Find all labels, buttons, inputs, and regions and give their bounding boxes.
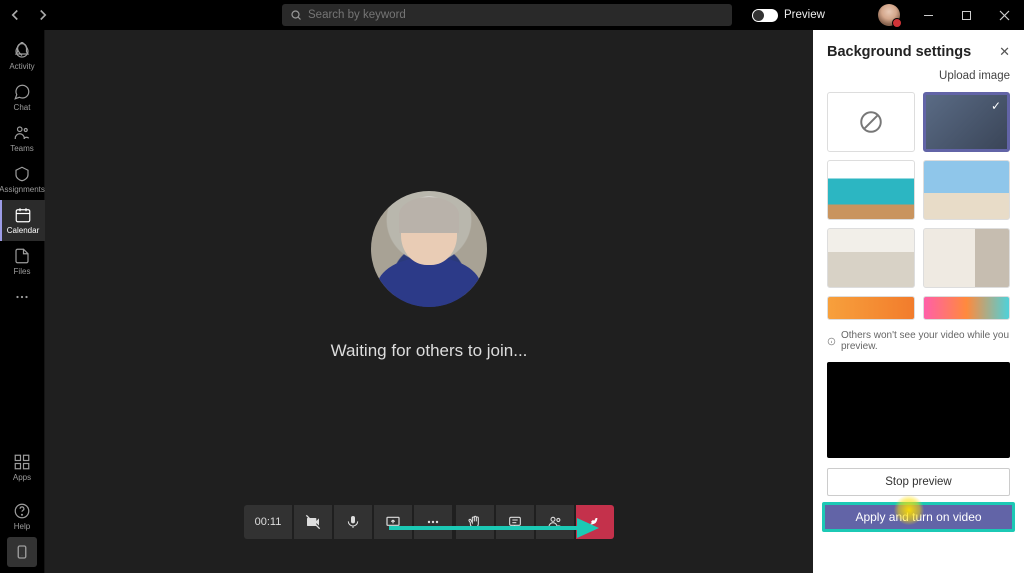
search-icon (290, 9, 302, 21)
rail-activity[interactable]: Activity (0, 36, 45, 77)
rail-files[interactable]: Files (0, 241, 45, 282)
participants-button[interactable] (536, 505, 574, 539)
panel-close-button[interactable]: ✕ (999, 44, 1010, 60)
upload-image-link[interactable]: Upload image (813, 70, 1024, 92)
presence-badge (892, 18, 902, 28)
stop-preview-button[interactable]: Stop preview (827, 468, 1010, 496)
video-preview (827, 362, 1010, 458)
rail-apps[interactable]: Apps (0, 447, 45, 488)
check-icon: ✓ (991, 99, 1001, 113)
forward-button[interactable] (34, 6, 52, 24)
rail-calendar[interactable]: Calendar (0, 200, 45, 241)
rail-help[interactable]: Help (0, 496, 45, 537)
raise-hand-button[interactable] (456, 505, 494, 539)
bg-option-blur[interactable]: ✓ (923, 92, 1011, 152)
rail-label: Apps (13, 473, 31, 482)
rail-more[interactable] (0, 282, 45, 312)
user-avatar[interactable] (878, 4, 900, 26)
rail-label: Chat (14, 103, 31, 112)
bg-option-image[interactable] (827, 160, 915, 220)
preview-toggle[interactable] (752, 9, 778, 22)
rail-assignments[interactable]: Assignments (0, 159, 45, 200)
bg-option-image[interactable] (923, 296, 1011, 320)
minimize-button[interactable] (914, 3, 942, 27)
bg-option-image[interactable] (923, 160, 1011, 220)
bg-option-image[interactable] (923, 228, 1011, 288)
maximize-button[interactable] (952, 3, 980, 27)
apply-video-button[interactable]: Apply and turn on video (822, 502, 1015, 532)
call-controls: 00:11 (244, 505, 614, 539)
waiting-text: Waiting for others to join... (331, 341, 528, 361)
search-box[interactable] (282, 4, 732, 26)
search-input[interactable] (308, 9, 724, 21)
participant-avatar (371, 191, 487, 307)
preview-toggle-label: Preview (784, 9, 825, 21)
panel-title: Background settings (827, 44, 971, 60)
rail-label: Teams (10, 144, 34, 153)
hangup-button[interactable] (576, 505, 614, 539)
bg-option-image[interactable] (827, 296, 915, 320)
call-timer: 00:11 (244, 505, 292, 539)
back-button[interactable] (6, 6, 24, 24)
rail-label: Files (14, 267, 31, 276)
rail-label: Help (14, 522, 30, 531)
chat-button[interactable] (496, 505, 534, 539)
rail-chat[interactable]: Chat (0, 77, 45, 118)
more-actions-button[interactable] (414, 505, 452, 539)
share-screen-button[interactable] (374, 505, 412, 539)
preview-note: Others won't see your video while you pr… (813, 320, 1024, 358)
bg-option-image[interactable] (827, 228, 915, 288)
bg-option-none[interactable] (827, 92, 915, 152)
close-window-button[interactable] (990, 3, 1018, 27)
rail-teams[interactable]: Teams (0, 118, 45, 159)
mic-toggle[interactable] (334, 505, 372, 539)
rail-label: Calendar (7, 226, 39, 235)
camera-toggle[interactable] (294, 505, 332, 539)
rail-label: Activity (9, 62, 34, 71)
rail-download[interactable] (7, 537, 37, 567)
rail-label: Assignments (0, 185, 45, 194)
